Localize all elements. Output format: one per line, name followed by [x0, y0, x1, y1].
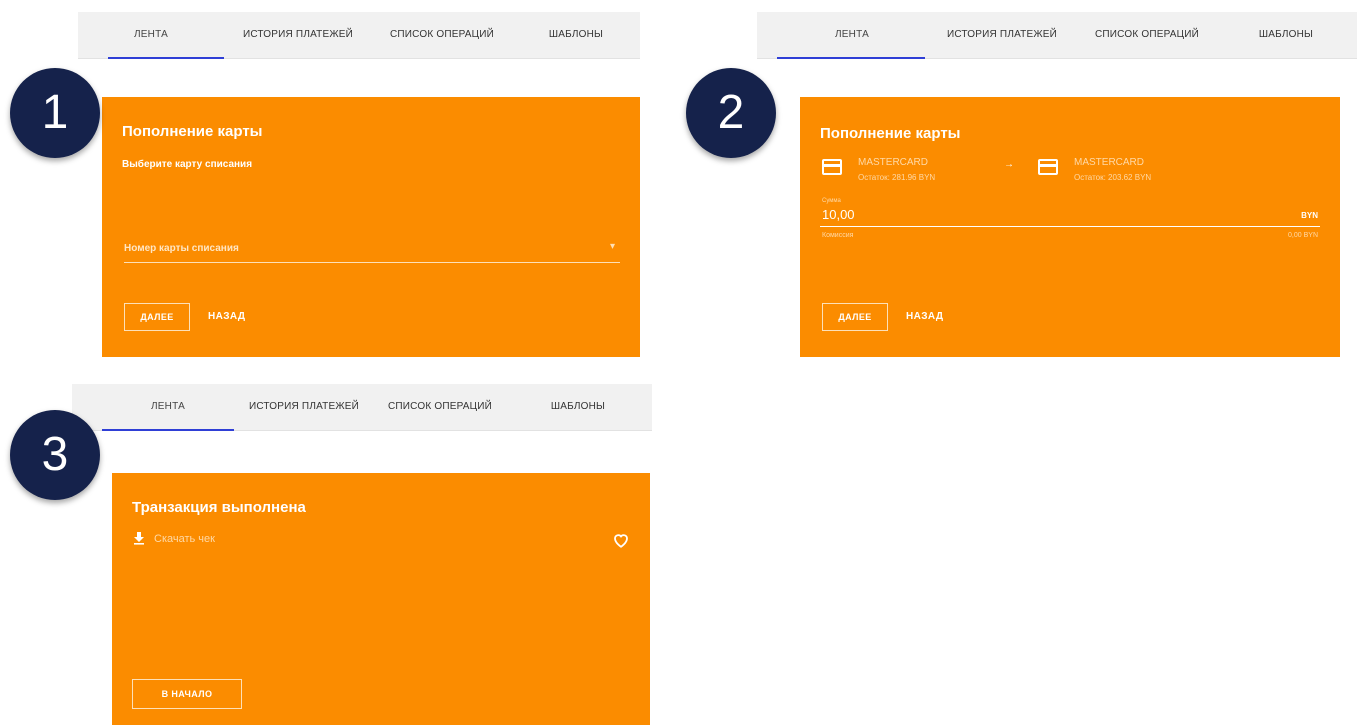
to-start-button[interactable]: В НАЧАЛО — [132, 679, 242, 709]
amount-field-underline — [820, 226, 1320, 227]
panel-title: Пополнение карты — [122, 123, 263, 140]
chevron-down-icon[interactable]: ▾ — [610, 241, 615, 252]
top-up-card-panel-1: Пополнение карты Выберите карту списания… — [102, 97, 640, 357]
top-up-card-panel-2: Пополнение карты MASTERCARD Остаток: 281… — [800, 97, 1340, 357]
tab-templates[interactable]: ШАБЛОНЫ — [512, 12, 640, 58]
commission-label: Комиссия — [822, 232, 854, 239]
amount-label: Сумма — [822, 198, 841, 204]
heart-icon[interactable] — [612, 531, 630, 549]
tab-operations-list[interactable]: СПИСОК ОПЕРАЦИЙ — [372, 12, 512, 58]
panel-subtitle: Выберите карту списания — [122, 159, 253, 170]
step-badge-1: 1 — [10, 68, 100, 158]
target-card-name: MASTERCARD — [1074, 157, 1145, 168]
tab-operations-list[interactable]: СПИСОК ОПЕРАЦИЙ — [374, 384, 506, 430]
download-receipt-link[interactable]: Скачать чек — [154, 533, 215, 545]
next-button[interactable]: ДАЛЕЕ — [124, 303, 190, 331]
source-card-balance: Остаток: 281.96 BYN — [858, 173, 936, 182]
tab-templates[interactable]: ШАБЛОНЫ — [1217, 12, 1355, 58]
tab-feed[interactable]: ЛЕНТА — [777, 12, 927, 58]
amount-input[interactable]: 10,00 — [822, 207, 855, 222]
tab-payment-history[interactable]: ИСТОРИЯ ПЛАТЕЖЕЙ — [927, 12, 1077, 58]
tab-bar-3: ЛЕНТА ИСТОРИЯ ПЛАТЕЖЕЙ СПИСОК ОПЕРАЦИЙ Ш… — [72, 384, 652, 431]
target-card-balance: Остаток: 203.62 BYN — [1074, 173, 1152, 182]
source-card-select-field[interactable] — [124, 262, 620, 263]
commission-value: 0,00 BYN — [1288, 232, 1318, 239]
tab-operations-list[interactable]: СПИСОК ОПЕРАЦИЙ — [1077, 12, 1217, 58]
tab-payment-history[interactable]: ИСТОРИЯ ПЛАТЕЖЕЙ — [224, 12, 372, 58]
active-tab-indicator — [102, 429, 234, 431]
panel-title: Транзакция выполнена — [132, 499, 306, 516]
arrow-right-icon: → — [1004, 159, 1014, 170]
card-icon — [822, 159, 842, 175]
tab-payment-history[interactable]: ИСТОРИЯ ПЛАТЕЖЕЙ — [234, 384, 374, 430]
tab-feed[interactable]: ЛЕНТА — [102, 384, 234, 430]
source-card-name: MASTERCARD — [858, 157, 929, 168]
active-tab-indicator — [777, 57, 925, 59]
tab-feed[interactable]: ЛЕНТА — [78, 12, 224, 58]
tab-bar-1: ЛЕНТА ИСТОРИЯ ПЛАТЕЖЕЙ СПИСОК ОПЕРАЦИЙ Ш… — [78, 12, 640, 59]
panel-title: Пополнение карты — [820, 125, 961, 142]
active-tab-indicator — [108, 57, 224, 59]
tab-bar-2: ЛЕНТА ИСТОРИЯ ПЛАТЕЖЕЙ СПИСОК ОПЕРАЦИЙ Ш… — [757, 12, 1357, 59]
transaction-complete-panel: Транзакция выполнена Скачать чек В НАЧАЛ… — [112, 473, 650, 725]
currency-label: BYN — [1301, 211, 1318, 220]
source-card-number-label: Номер карты списания — [124, 243, 239, 254]
next-button[interactable]: ДАЛЕЕ — [822, 303, 888, 331]
card-icon — [1038, 159, 1058, 175]
tab-templates[interactable]: ШАБЛОНЫ — [506, 384, 650, 430]
back-button[interactable]: НАЗАД — [906, 311, 943, 322]
step-badge-2: 2 — [686, 68, 776, 158]
back-button[interactable]: НАЗАД — [208, 311, 245, 322]
step-badge-3: 3 — [10, 410, 100, 500]
download-icon[interactable] — [132, 531, 146, 545]
